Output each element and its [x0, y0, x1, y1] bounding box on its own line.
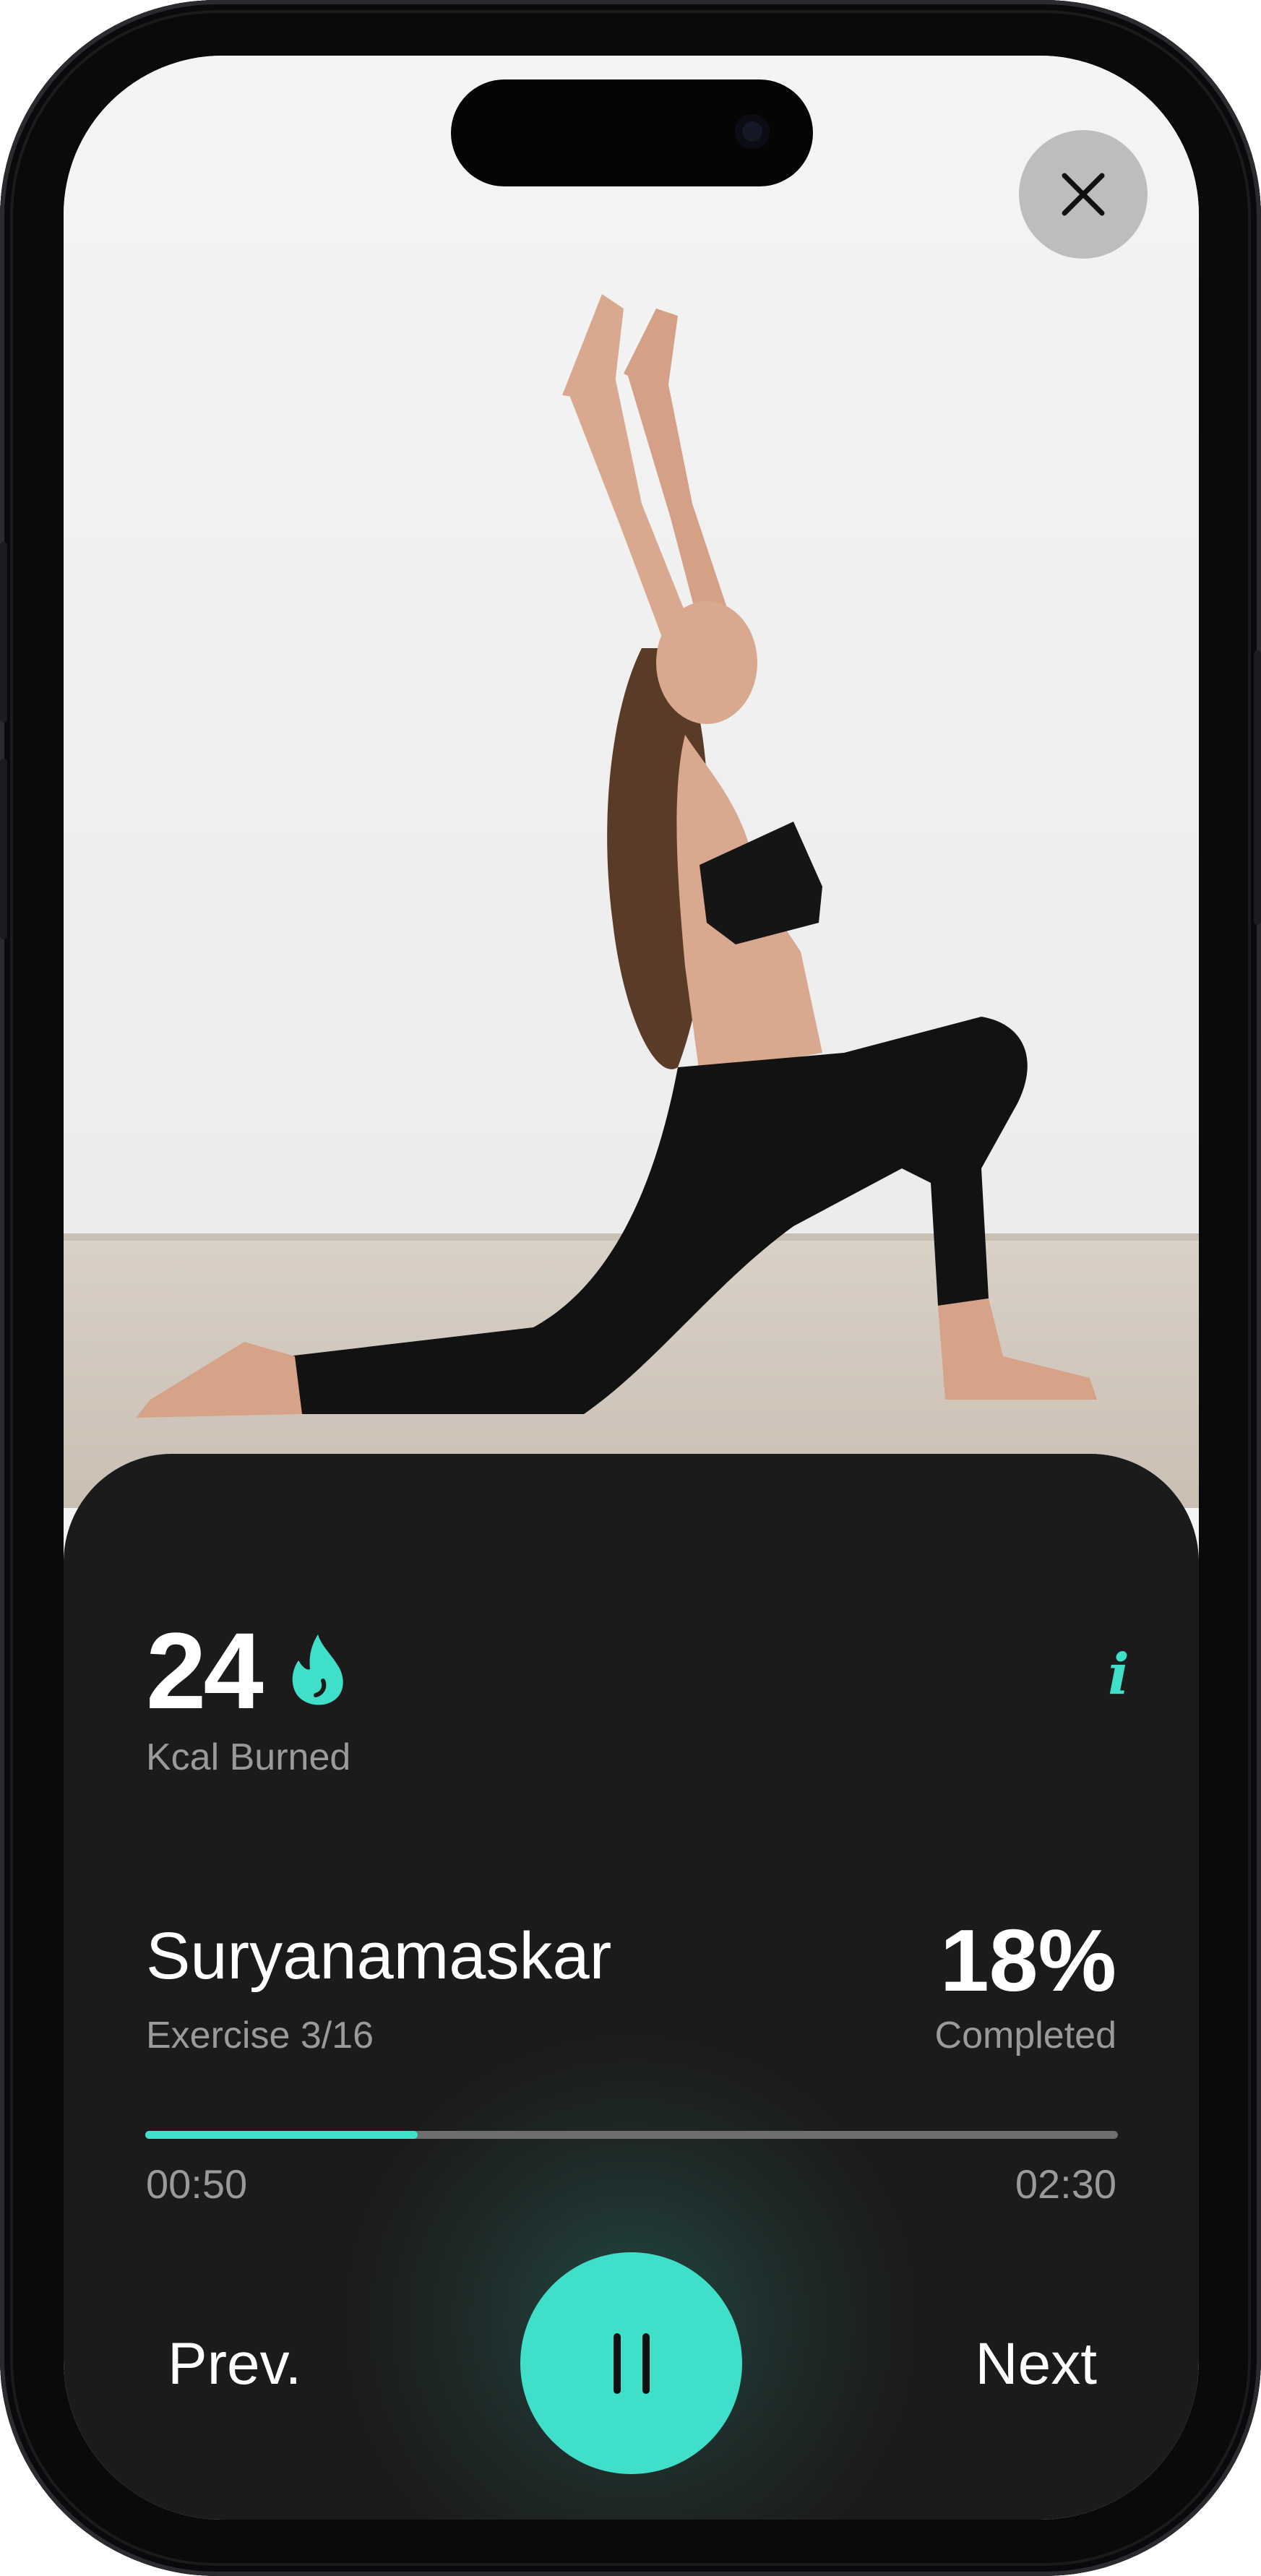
volume-up-button: [0, 542, 7, 723]
close-icon: [1062, 173, 1105, 216]
workout-panel: 24 Kcal Burned i Suryanamaskar Exercise …: [64, 1454, 1199, 2520]
app-screen: 24 Kcal Burned i Suryanamaskar Exercise …: [64, 56, 1199, 2520]
dynamic-island: [451, 79, 813, 186]
kcal-label: Kcal Burned: [146, 1736, 351, 1778]
power-button: [1254, 650, 1261, 925]
info-icon: i: [1108, 1641, 1129, 1707]
progress-fill: [145, 2131, 418, 2139]
kcal-value: 24: [146, 1610, 264, 1731]
total-time: 02:30: [1015, 2161, 1116, 2207]
front-camera: [735, 114, 770, 149]
phone-frame: 24 Kcal Burned i Suryanamaskar Exercise …: [0, 0, 1261, 2576]
completion-percent: 18%: [939, 1911, 1116, 2009]
volume-down-button: [0, 759, 7, 939]
flame-drop-icon: [292, 1634, 343, 1705]
exercise-name: Suryanamaskar: [146, 1919, 612, 1993]
completion-label: Completed: [934, 2015, 1116, 2056]
next-button[interactable]: Next: [975, 2332, 1097, 2397]
exercise-photo: [64, 56, 1199, 1508]
elapsed-time: 00:50: [146, 2161, 248, 2207]
pause-icon: [613, 2332, 650, 2394]
exercise-counter: Exercise 3/16: [146, 2015, 374, 2056]
close-button[interactable]: [1019, 130, 1148, 259]
pause-button[interactable]: [520, 2252, 742, 2474]
prev-button[interactable]: Prev.: [168, 2332, 301, 2397]
progress-track[interactable]: [145, 2131, 1118, 2139]
info-button[interactable]: i: [1090, 1638, 1148, 1710]
